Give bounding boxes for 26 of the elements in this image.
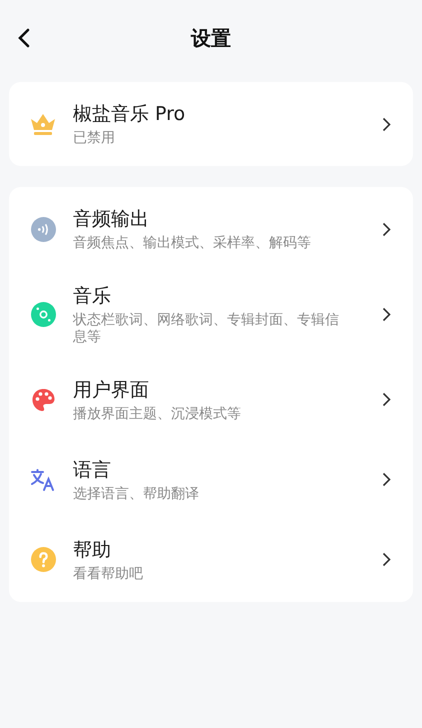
- sound-icon: [30, 216, 56, 242]
- chevron-icon: [382, 306, 391, 322]
- item-subtitle: 已禁用: [73, 130, 115, 147]
- chevron-icon: [382, 472, 391, 488]
- page-title: 设置: [191, 24, 231, 52]
- palette-icon: [30, 388, 56, 412]
- item-subtitle: 状态栏歌词、网络歌词、专辑封面、专辑信息等: [73, 312, 340, 346]
- item-subtitle: 播放界面主题、沉浸模式等: [73, 406, 241, 422]
- translate-icon: [30, 468, 56, 492]
- item-title[interactable]: 帮助: [73, 536, 111, 563]
- item-title[interactable]: 语言: [73, 456, 111, 483]
- item-title[interactable]: 音乐: [73, 283, 111, 309]
- crown-icon: [28, 112, 58, 136]
- item-subtitle: 看看帮助吧: [73, 566, 143, 582]
- item-title[interactable]: 音频输出: [73, 206, 149, 232]
- item-title[interactable]: 用户界面: [73, 376, 149, 403]
- back-icon: [18, 28, 30, 48]
- chevron-icon: [382, 552, 391, 568]
- chevron-icon: [382, 222, 391, 236]
- item-title[interactable]: 椒盐音乐 Pro: [73, 101, 186, 128]
- disc-icon: [30, 302, 56, 327]
- help-icon: [30, 547, 56, 572]
- chevron-icon: [382, 116, 391, 132]
- item-subtitle: 音频焦点、输出模式、采样率、解码等: [73, 235, 311, 252]
- chevron-icon: [382, 392, 391, 408]
- item-subtitle: 选择语言、帮助翻译: [73, 486, 199, 502]
